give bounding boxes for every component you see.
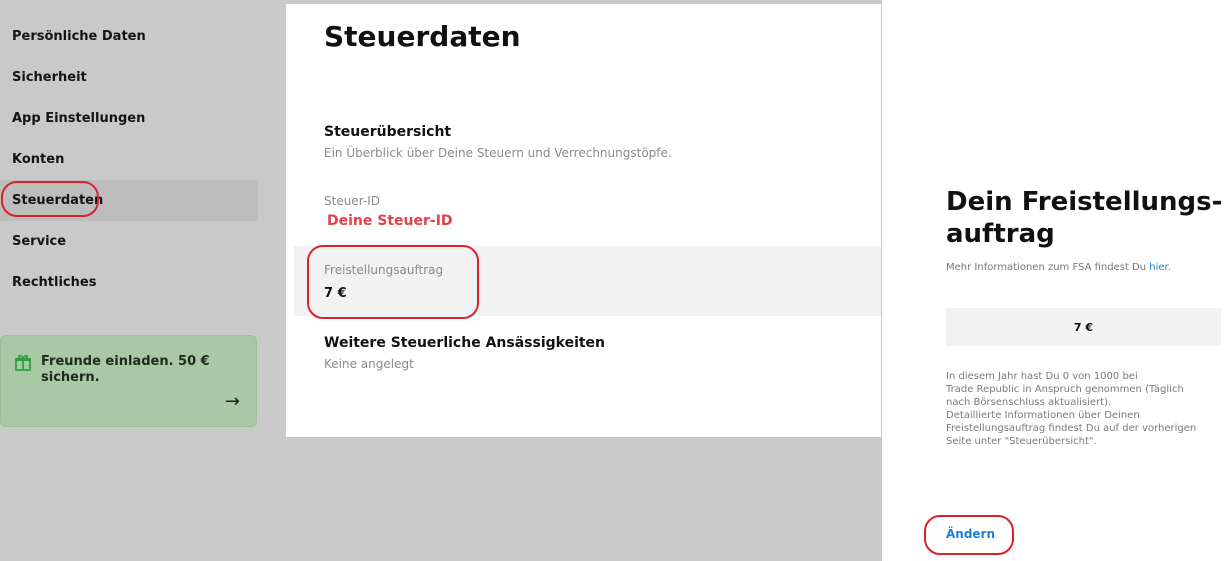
sidebar-item-service[interactable]: Service xyxy=(0,221,258,262)
steueruebersicht-row[interactable]: Steuerübersicht Ein Überblick über Deine… xyxy=(286,120,881,170)
invite-friends-card[interactable]: Freunde einladen. 50 € sichern. → xyxy=(0,335,257,427)
steuerdaten-panel: Steuerdaten Steuerübersicht Ein Überblic… xyxy=(286,4,881,437)
fsa-amount-box: 7 € xyxy=(946,308,1221,346)
sidebar-item-sicherheit[interactable]: Sicherheit xyxy=(0,57,258,98)
detail-heading: Dein Freistellungs- auftrag xyxy=(946,186,1226,250)
sidebar-item-persoenliche-daten[interactable]: Persönliche Daten xyxy=(0,16,258,57)
fsa-description-line: Detaillierte Informationen über Deinen xyxy=(946,410,1140,421)
freistellungsauftrag-value: 7 € xyxy=(324,286,347,301)
steuerliche-ansaessigkeiten-subtitle: Keine angelegt xyxy=(324,357,414,371)
steuerliche-ansaessigkeiten-title: Weitere Steuerliche Ansässigkeiten xyxy=(324,335,606,351)
steueruebersicht-title: Steuerübersicht xyxy=(324,124,452,140)
page-title: Steuerdaten xyxy=(324,20,521,53)
steuer-id-label: Steuer-ID xyxy=(324,194,380,208)
arrow-right-icon: → xyxy=(224,391,240,412)
fsa-info-text: Mehr Informationen zum FSA findest Du hi… xyxy=(946,262,1171,273)
freistellungsauftrag-row[interactable]: Freistellungsauftrag 7 € xyxy=(294,246,881,316)
freistellungsauftrag-detail-panel: Dein Freistellungs- auftrag Mehr Informa… xyxy=(882,0,1231,561)
fsa-info-suffix: . xyxy=(1167,262,1171,273)
sidebar-item-app-einstellungen[interactable]: App Einstellungen xyxy=(0,98,258,139)
sidebar-item-steuerdaten[interactable]: Steuerdaten xyxy=(0,180,258,221)
fsa-description-line: nach Börsenschluss aktualisiert). xyxy=(946,397,1112,408)
steueruebersicht-subtitle: Ein Überblick über Deine Steuern und Ver… xyxy=(324,146,672,160)
fsa-info-prefix: Mehr Informationen zum FSA findest Du xyxy=(946,262,1150,273)
sidebar-item-rechtliches[interactable]: Rechtliches xyxy=(0,262,258,303)
gift-icon xyxy=(14,353,32,371)
fsa-description-line: Freistellungsauftrag findest Du auf der … xyxy=(946,423,1197,434)
invite-friends-label: Freunde einladen. 50 € sichern. xyxy=(41,354,210,385)
detail-heading-line2: auftrag xyxy=(946,219,1055,249)
change-button[interactable]: Ändern xyxy=(946,527,995,541)
fsa-description-line: In diesem Jahr hast Du 0 von 1000 bei xyxy=(946,371,1138,382)
freistellungsauftrag-label: Freistellungsauftrag xyxy=(324,263,444,277)
fsa-description-line: Trade Republic in Anspruch genommen (Täg… xyxy=(946,384,1184,395)
settings-sidebar: Persönliche Daten Sicherheit App Einstel… xyxy=(0,0,258,561)
sidebar-item-konten[interactable]: Konten xyxy=(0,139,258,180)
fsa-info-link[interactable]: hier xyxy=(1149,262,1167,273)
steuer-id-value: Deine Steuer-ID xyxy=(327,213,453,229)
detail-heading-line1: Dein Freistellungs- xyxy=(946,187,1223,217)
steuerliche-ansaessigkeiten-row[interactable]: Weitere Steuerliche Ansässigkeiten Keine… xyxy=(286,332,881,382)
fsa-description-line: Seite unter "Steuerübersicht". xyxy=(946,436,1097,447)
fsa-description: In diesem Jahr hast Du 0 von 1000 bei Tr… xyxy=(946,370,1221,448)
steuer-id-row[interactable]: Steuer-ID Deine Steuer-ID xyxy=(286,190,881,240)
